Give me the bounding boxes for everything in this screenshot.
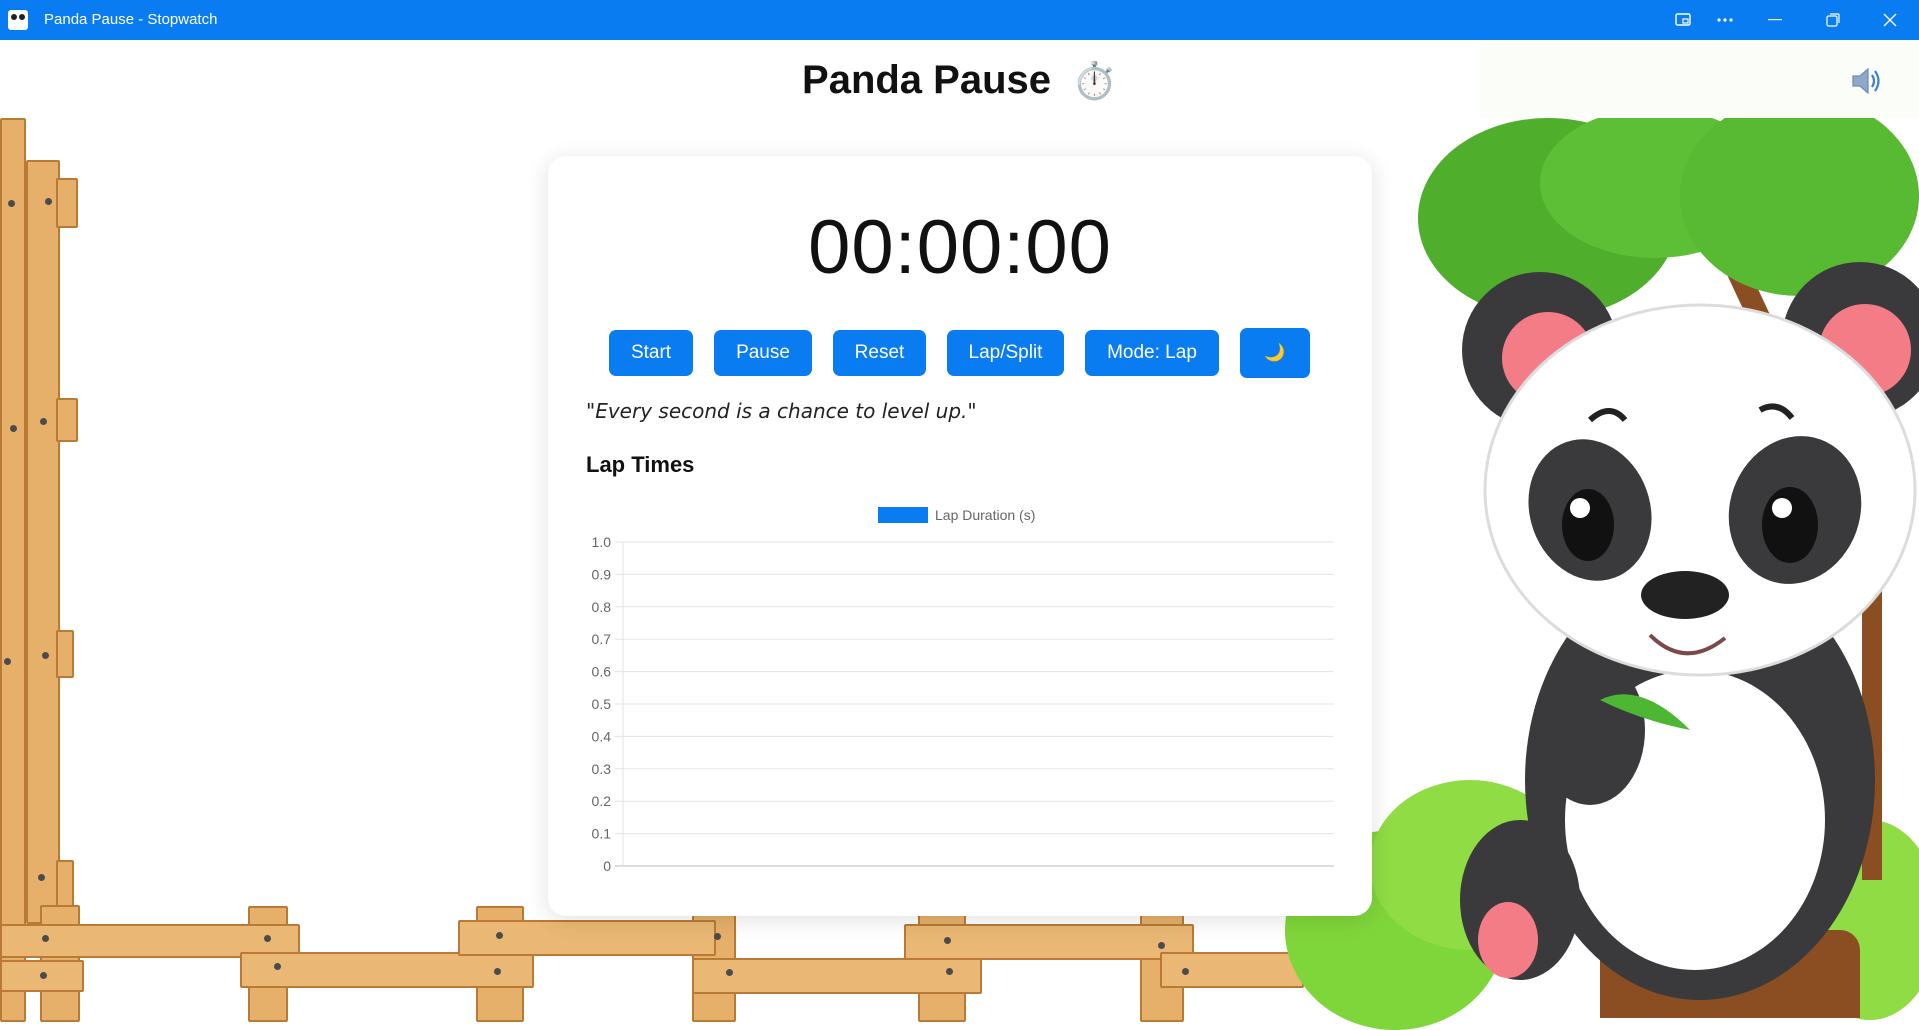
fence-post [56,178,78,228]
page-title: Panda Pause ⏱️ [0,58,1919,103]
y-tick-label: 0 [603,858,611,874]
fence-rail [692,958,982,994]
nail [494,968,501,975]
page-title-text: Panda Pause [802,58,1052,102]
nail [38,874,45,881]
y-tick-label: 0.2 [592,793,612,809]
fence-post [0,118,26,1022]
fence-post [56,630,74,678]
nail [496,932,503,939]
pause-button[interactable]: Pause [714,330,812,376]
nail [40,418,47,425]
y-tick-label: 0.5 [592,696,612,712]
y-tick-label: 0.3 [592,761,612,777]
nail [45,198,52,205]
speaker-icon[interactable] [1850,66,1884,96]
y-tick-label: 1.0 [592,534,612,550]
y-tick-label: 0.7 [592,631,612,647]
nail [10,425,17,432]
nail [42,652,49,659]
nail [8,200,15,207]
lap-times-chart: 0 0.1 0.2 0.3 0.4 0.5 0.6 0.7 0.8 0.9 1.0 Lap Dura… [592,507,1334,874]
nail [944,937,951,944]
y-tick-label: 0.8 [592,599,612,615]
nail [4,658,11,665]
timer-display: 00:00:00 [808,205,1112,290]
theme-toggle-button[interactable]: 🌙 [1240,328,1310,378]
panda-illustration [1460,262,1919,1000]
more-icon[interactable] [1702,0,1748,40]
nail [1182,968,1189,975]
lap-times-heading: Lap Times [586,452,695,477]
motivational-quote: "Every second is a chance to level up." [586,399,977,423]
control-buttons: Start Pause Reset Lap/Split Mode: Lap 🌙 [548,328,1372,378]
chart-legend: Lap Duration (s) [878,507,1035,523]
nail [274,963,281,970]
restore-icon[interactable] [1810,0,1856,40]
fence-post [56,398,78,442]
mode-button[interactable]: Mode: Lap [1085,330,1219,376]
nail [946,968,953,975]
legend-label: Lap Duration (s) [935,507,1035,523]
legend-swatch [878,507,928,523]
nail [42,935,49,942]
nail [1158,942,1165,949]
minimize-icon[interactable] [1752,0,1798,40]
nail [40,972,47,979]
y-tick-label: 0.6 [592,664,612,680]
close-icon[interactable] [1867,0,1913,40]
fence-post [56,860,74,908]
stopwatch-emoji: ⏱️ [1072,60,1117,101]
lap-split-button[interactable]: Lap/Split [947,330,1064,376]
nail [726,969,733,976]
nail [264,935,271,942]
cast-icon[interactable] [1660,0,1706,40]
moon-icon: 🌙 [1264,343,1286,362]
y-tick-label: 0.4 [592,728,612,744]
start-button[interactable]: Start [609,330,693,376]
nail [714,933,721,940]
fence-post [26,160,60,924]
chart-grid [615,541,1334,867]
y-tick-label: 0.9 [592,566,612,582]
app-icon [8,10,28,30]
y-tick-label: 0.1 [592,826,612,842]
stopwatch-card: 00:00:00 Start Pause Reset Lap/Split Mod… [548,156,1372,916]
window-title: Panda Pause - Stopwatch [44,11,218,28]
fence-rail [240,952,534,988]
reset-button[interactable]: Reset [833,330,926,376]
title-bar: Panda Pause - Stopwatch [0,0,1919,40]
chart-y-axis: 0 0.1 0.2 0.3 0.4 0.5 0.6 0.7 0.8 0.9 1.0 [592,534,612,874]
